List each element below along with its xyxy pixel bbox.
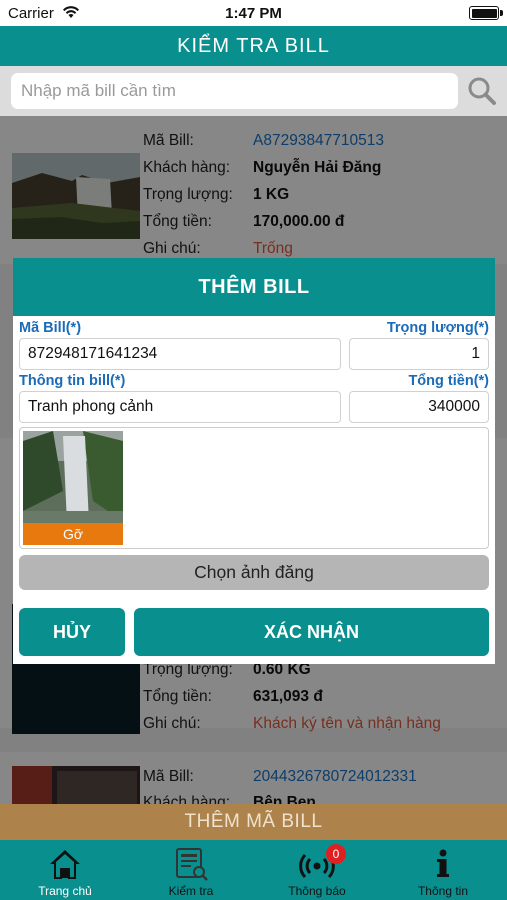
battery-icon [469,6,503,20]
search-bar [0,66,507,116]
tab-info[interactable]: Thông tin [380,840,506,900]
status-bar: Carrier 1:47 PM [0,0,507,26]
choose-image-button[interactable]: Chọn ảnh đăng [19,555,489,590]
info-icon [425,846,461,882]
image-preview-box: Gỡ [19,427,489,549]
add-bill-code-label: THÊM MÃ BILL [184,811,323,832]
bill-code-field[interactable] [19,338,341,370]
tab-label: Thông tin [417,884,469,898]
tab-label: Thông báo [288,884,346,898]
total-field[interactable] [349,391,489,423]
tab-bar: Trang chủ Kiểm tra 0 Thông báo Thông tin [0,840,507,900]
add-bill-dialog: THÊM BILL Mã Bill(*) Trọng lượng(*) Thôn… [13,258,495,664]
home-icon [47,846,83,882]
total-label: Tổng tiền(*) [408,373,489,389]
page-title: KIỂM TRA BILL [0,26,507,66]
bill-code-label: Mã Bill(*) [19,320,82,336]
tab-notifications[interactable]: 0 Thông báo [254,840,380,900]
notification-badge: 0 [326,844,346,864]
remove-photo-button[interactable]: Gỡ [23,523,123,545]
tab-label: Trang chủ [38,884,92,898]
tab-check[interactable]: Kiểm tra [128,840,254,900]
bill-info-field[interactable] [19,391,341,423]
cancel-button[interactable]: HỦY [19,608,125,656]
clock: 1:47 PM [225,5,282,22]
weight-field[interactable] [349,338,489,370]
confirm-button[interactable]: XÁC NHẬN [134,608,489,656]
add-bill-code-button[interactable]: THÊM MÃ BILL [0,804,507,840]
tab-label: Kiểm tra [168,884,214,898]
weight-label: Trọng lượng(*) [386,320,489,336]
tab-home[interactable]: Trang chủ [2,840,128,900]
bill-info-label: Thông tin bill(*) [19,373,126,389]
search-icon[interactable] [466,75,498,107]
search-document-icon [173,846,209,882]
search-input[interactable] [11,73,458,109]
selected-photo: Gỡ [23,431,123,545]
dialog-title: THÊM BILL [13,258,495,316]
